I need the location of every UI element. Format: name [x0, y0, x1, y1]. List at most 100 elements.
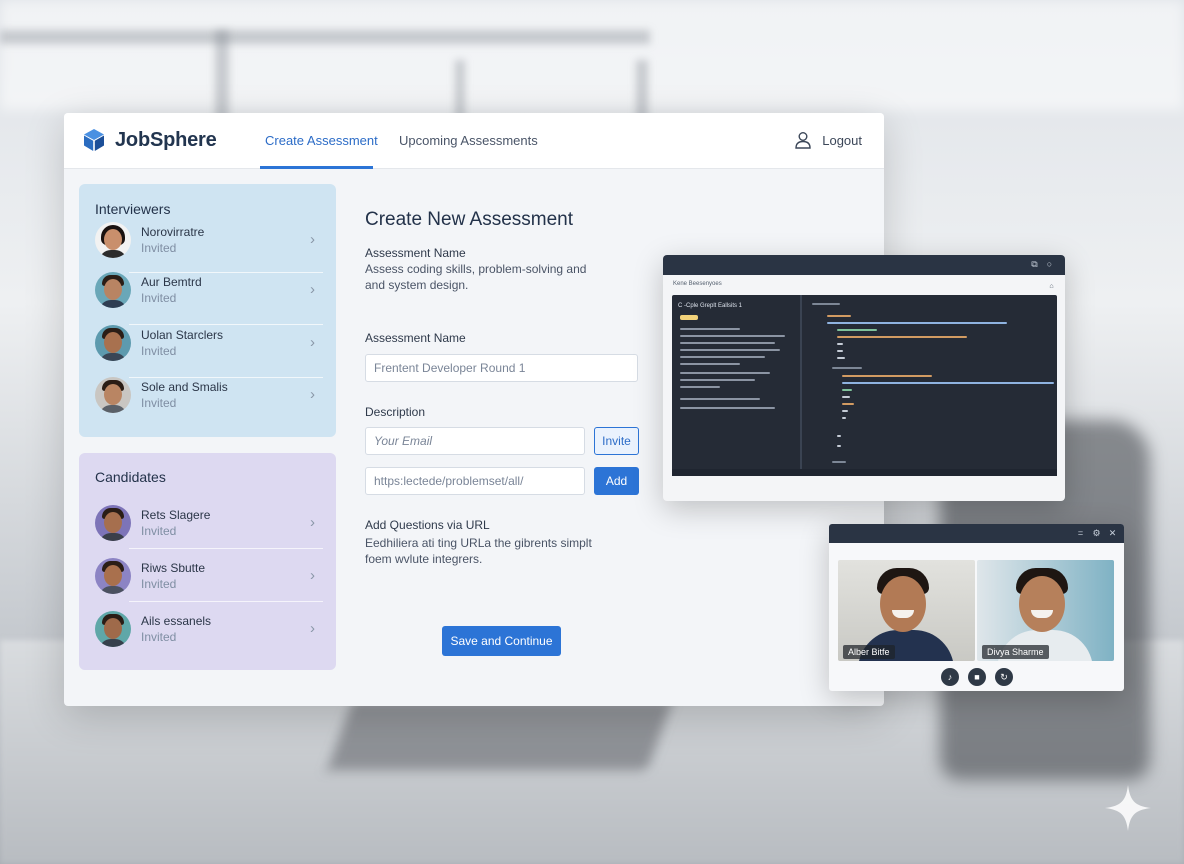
interviewer-item[interactable]: Norovirratre Invited › [95, 214, 323, 266]
background-window-frame [455, 60, 465, 120]
interviewer-item[interactable]: Aur Bemtrd Invited › [95, 264, 323, 316]
chevron-right-icon: › [310, 334, 315, 351]
problem-text-line [680, 379, 755, 381]
code-line [827, 322, 1007, 324]
chevron-right-icon: › [310, 514, 315, 531]
code-line [832, 461, 846, 463]
code-line [837, 435, 841, 437]
user-icon [795, 132, 811, 149]
candidates-panel: Candidates Rets Slagere Invited › Riws S… [79, 453, 336, 670]
chevron-right-icon: › [310, 231, 315, 248]
candidate-name: Riws Sbutte [141, 561, 206, 575]
invite-button[interactable]: Invite [594, 427, 639, 455]
participant-video[interactable]: Alber Bitfe [838, 560, 975, 661]
chevron-right-icon: › [310, 386, 315, 403]
avatar [95, 222, 131, 258]
candidate-item[interactable]: Riws Sbutte Invited › [95, 550, 323, 602]
avatar [95, 325, 131, 361]
code-line [837, 445, 841, 447]
avatar [95, 272, 131, 308]
interviewer-name: Uolan Starclers [141, 328, 224, 342]
problem-text-line [680, 407, 775, 409]
code-line [812, 303, 840, 305]
intro-label: Assessment Name [365, 246, 466, 260]
code-editor[interactable]: C -Cple Greplt Eallsits 1 [672, 295, 1057, 476]
tab-upcoming-assessments[interactable]: Upcoming Assessments [399, 133, 538, 148]
interviewer-item[interactable]: Sole and Smalis Invited › [95, 369, 323, 421]
restore-icon[interactable]: ⧉ [1029, 259, 1040, 270]
code-line [842, 375, 932, 377]
difficulty-badge [680, 315, 698, 320]
logout-label: Logout [822, 132, 862, 148]
interviewer-item[interactable]: Uolan Starclers Invited › [95, 317, 323, 369]
code-line [837, 343, 843, 345]
avatar [95, 558, 131, 594]
interviewer-status: Invited [141, 241, 177, 255]
problem-text-line [680, 349, 780, 351]
interviewer-status: Invited [141, 291, 177, 305]
candidate-name: Rets Slagere [141, 508, 211, 522]
problem-text-line [680, 342, 775, 344]
brand-logo[interactable]: JobSphere [82, 128, 217, 152]
save-and-continue-button[interactable]: Save and Continue [442, 626, 561, 656]
add-questions-help-line: Eedhiliera ati ting URLa the gibrents si… [365, 536, 592, 550]
add-questions-help-line: foem wvlute integrers. [365, 552, 483, 566]
brand-name: JobSphere [115, 128, 217, 151]
question-url-input[interactable]: https:lectede/problemset/all/ [365, 467, 585, 495]
cube-logo-icon [84, 129, 104, 151]
code-line [837, 329, 877, 331]
problem-text-line [680, 386, 720, 388]
code-line [837, 350, 843, 352]
tab-create-assessment[interactable]: Create Assessment [265, 133, 378, 148]
sparkle-icon [1105, 785, 1151, 831]
switch-camera-icon[interactable]: ↻ [995, 668, 1013, 686]
candidate-status: Invited [141, 630, 177, 644]
chevron-right-icon: › [310, 281, 315, 298]
add-button[interactable]: Add [594, 467, 639, 495]
assessment-name-input[interactable]: Frentent Developer Round 1 [365, 354, 638, 382]
email-field[interactable]: Your Email [365, 427, 585, 455]
minimize-icon[interactable]: = [1075, 528, 1086, 539]
code-line [842, 403, 854, 405]
assessment-name-label: Assessment Name [365, 331, 466, 345]
chevron-right-icon: › [310, 567, 315, 584]
code-line [842, 396, 850, 398]
camera-icon[interactable]: ■ [968, 668, 986, 686]
circle-icon[interactable]: ○ [1044, 259, 1055, 270]
microphone-icon[interactable]: ♪ [941, 668, 959, 686]
code-line [842, 389, 852, 391]
code-line [842, 410, 848, 412]
avatar [95, 611, 131, 647]
participant-video[interactable]: Divya Sharme [977, 560, 1114, 661]
pin-icon[interactable]: ⌂ [1046, 281, 1057, 292]
editor-titlebar: ⧉ ○ [663, 255, 1065, 275]
problem-text-line [680, 356, 765, 358]
settings-icon[interactable]: ⚙ [1091, 528, 1102, 539]
page-title: Create New Assessment [365, 209, 574, 230]
candidate-status: Invited [141, 577, 177, 591]
problem-text-line [680, 372, 770, 374]
logout-button[interactable]: Logout [794, 131, 862, 149]
intro-help-line: and system design. [365, 278, 469, 292]
description-label: Description [365, 405, 426, 419]
close-icon[interactable]: ✕ [1107, 528, 1118, 539]
candidate-item[interactable]: Ails essanels Invited › [95, 603, 323, 655]
list-divider [129, 601, 323, 602]
problem-text-line [680, 328, 740, 330]
interviewer-name: Norovirratre [141, 225, 205, 239]
top-navigation-bar: JobSphere Create Assessment Upcoming Ass… [64, 113, 884, 169]
candidate-item[interactable]: Rets Slagere Invited › [95, 497, 323, 549]
code-line [837, 336, 967, 338]
code-line [842, 382, 1054, 384]
interviewer-status: Invited [141, 344, 177, 358]
background-window [0, 0, 1184, 110]
interviewer-name: Aur Bemtrd [141, 275, 202, 289]
interviewer-status: Invited [141, 396, 177, 410]
code-editor-window: ⧉ ○ Kene Beesenyoes ⌂ C -Cple Greplt Eal… [663, 255, 1065, 501]
background-window-frame [0, 30, 650, 44]
active-tab-indicator [260, 166, 373, 169]
candidate-status: Invited [141, 524, 177, 538]
code-line [837, 357, 845, 359]
avatar [95, 505, 131, 541]
participant-name: Alber Bitfe [843, 645, 895, 659]
